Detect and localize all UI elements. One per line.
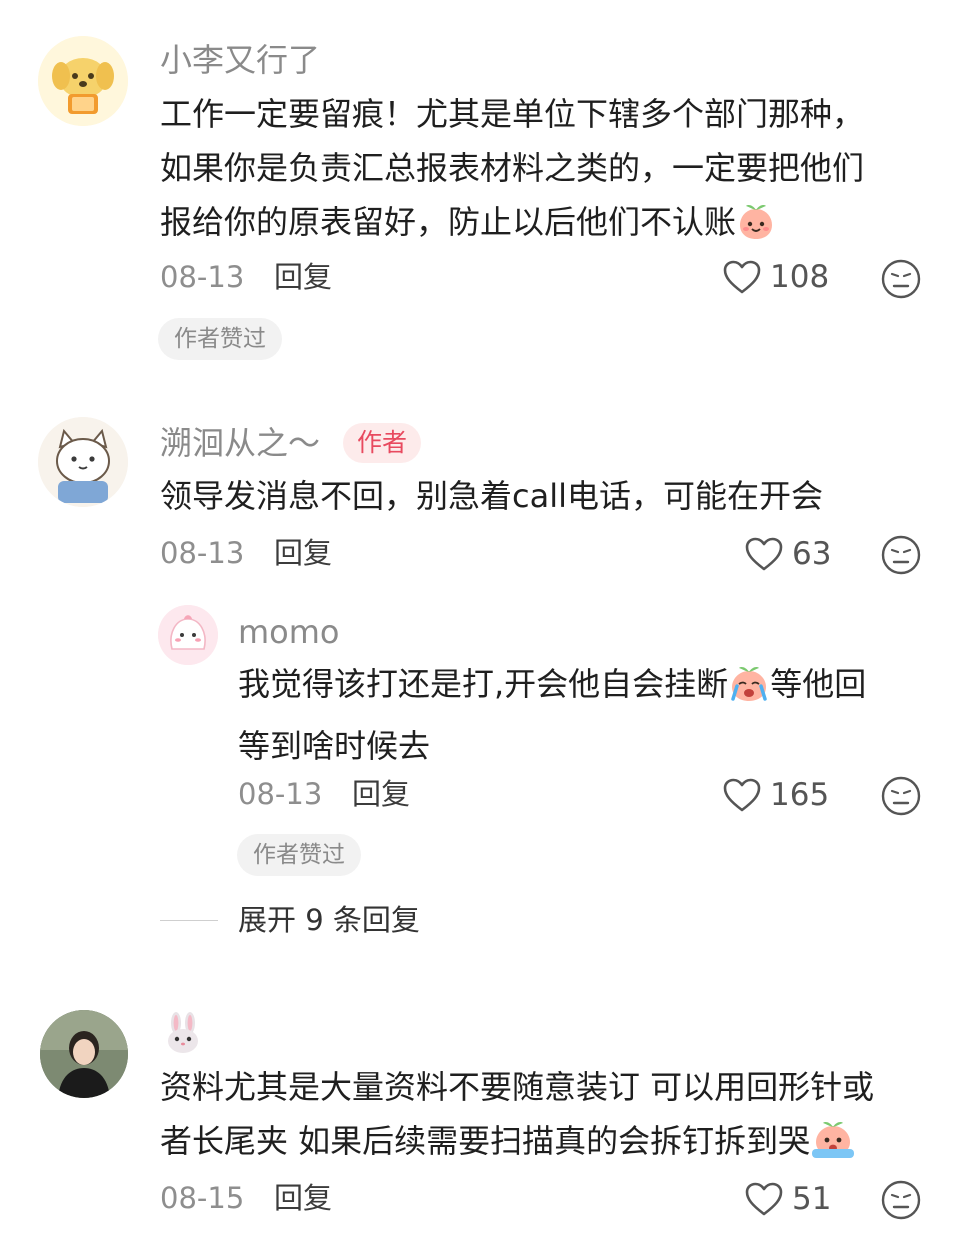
expand-replies-label: 展开 9 条回复 [238,903,420,937]
comment-line: 等到啥时候去 [238,727,431,765]
comment-line: 工作一定要留痕！尤其是单位下辖多个部门那种， [160,95,865,133]
comment-text: 工作一定要留痕！尤其是单位下辖多个部门那种， 如果你是负责汇总报表材料之类的，一… [160,87,930,257]
like-count: 63 [792,536,832,572]
avatar-cat[interactable] [38,417,128,507]
reply-button[interactable]: 回复 [274,535,332,571]
like-count: 51 [792,1181,832,1217]
pink-blob-avatar-icon [158,605,218,665]
comment-line-with-emoji: 报给你的原表留好，防止以后他们不认账 [160,195,930,257]
comment-text: 资料尤其是大量资料不要随意装订 可以用回形针或 者长尾夹 如果后续需要扫描真的会… [160,1060,940,1176]
author-liked-badge: 作者赞过 [158,318,282,360]
comment-line: 领导发消息不回，别急着call电话，可能在开会 [160,477,823,515]
comment-date: 08-13 [238,777,323,811]
dislike-button[interactable] [880,1179,922,1225]
like-count: 108 [770,259,830,295]
reply-button[interactable]: 回复 [274,1180,332,1216]
like-button[interactable]: 51 [744,1181,831,1217]
username[interactable]: momo [238,612,340,652]
heart-icon [745,537,783,571]
person-photo-avatar-icon [40,1010,128,1098]
like-button[interactable]: 63 [744,536,831,572]
dislike-button[interactable] [880,775,922,821]
crying-peach-emoji [728,663,770,719]
reply-button[interactable]: 回复 [274,259,332,295]
comment-date: 08-13 [160,260,245,294]
comment-text: 我觉得该打还是打,开会他自会挂断 等他回 等到啥时候去 [238,657,928,773]
rabbit-emoji [163,1012,203,1058]
avatar-photo[interactable] [40,1010,128,1098]
dislike-face-icon [881,259,921,299]
dislike-button[interactable] [880,258,922,304]
dog-avatar-icon [38,36,128,126]
cat-avatar-icon [38,417,128,507]
username[interactable]: 溯洄从之～ [160,423,320,463]
comment-text: 领导发消息不回，别急着call电话，可能在开会 [160,469,930,523]
avatar-momo[interactable] [158,605,218,665]
comment-date: 08-13 [160,536,245,570]
crying-peach-emoji [810,1118,856,1176]
author-liked-badge: 作者赞过 [237,834,361,876]
heart-icon [723,260,761,294]
comment-line: 资料尤其是大量资料不要随意装订 可以用回形针或 [160,1068,875,1106]
dislike-button[interactable] [880,534,922,580]
dislike-face-icon [881,535,921,575]
like-count: 165 [770,777,830,813]
avatar-dog[interactable] [38,36,128,126]
dislike-face-icon [881,1180,921,1220]
comment-line: 如果你是负责汇总报表材料之类的，一定要把他们 [160,149,865,187]
like-button[interactable]: 108 [722,259,829,295]
reply-button[interactable]: 回复 [352,776,410,812]
divider-line [160,919,218,921]
heart-icon [745,1182,783,1216]
author-tag: 作者 [343,423,422,463]
like-button[interactable]: 165 [722,777,829,813]
comment-date: 08-15 [160,1181,245,1215]
username[interactable]: 小李又行了 [160,40,320,80]
dislike-face-icon [881,776,921,816]
comment-line-with-emoji: 我觉得该打还是打,开会他自会挂断 等他回 [238,657,928,719]
expand-replies-button[interactable]: 展开 9 条回复 [160,902,420,938]
heart-icon [723,778,761,812]
peach-emoji [736,201,776,257]
comment-line-with-emoji: 者长尾夹 如果后续需要扫描真的会拆钉拆到哭 [160,1114,940,1176]
